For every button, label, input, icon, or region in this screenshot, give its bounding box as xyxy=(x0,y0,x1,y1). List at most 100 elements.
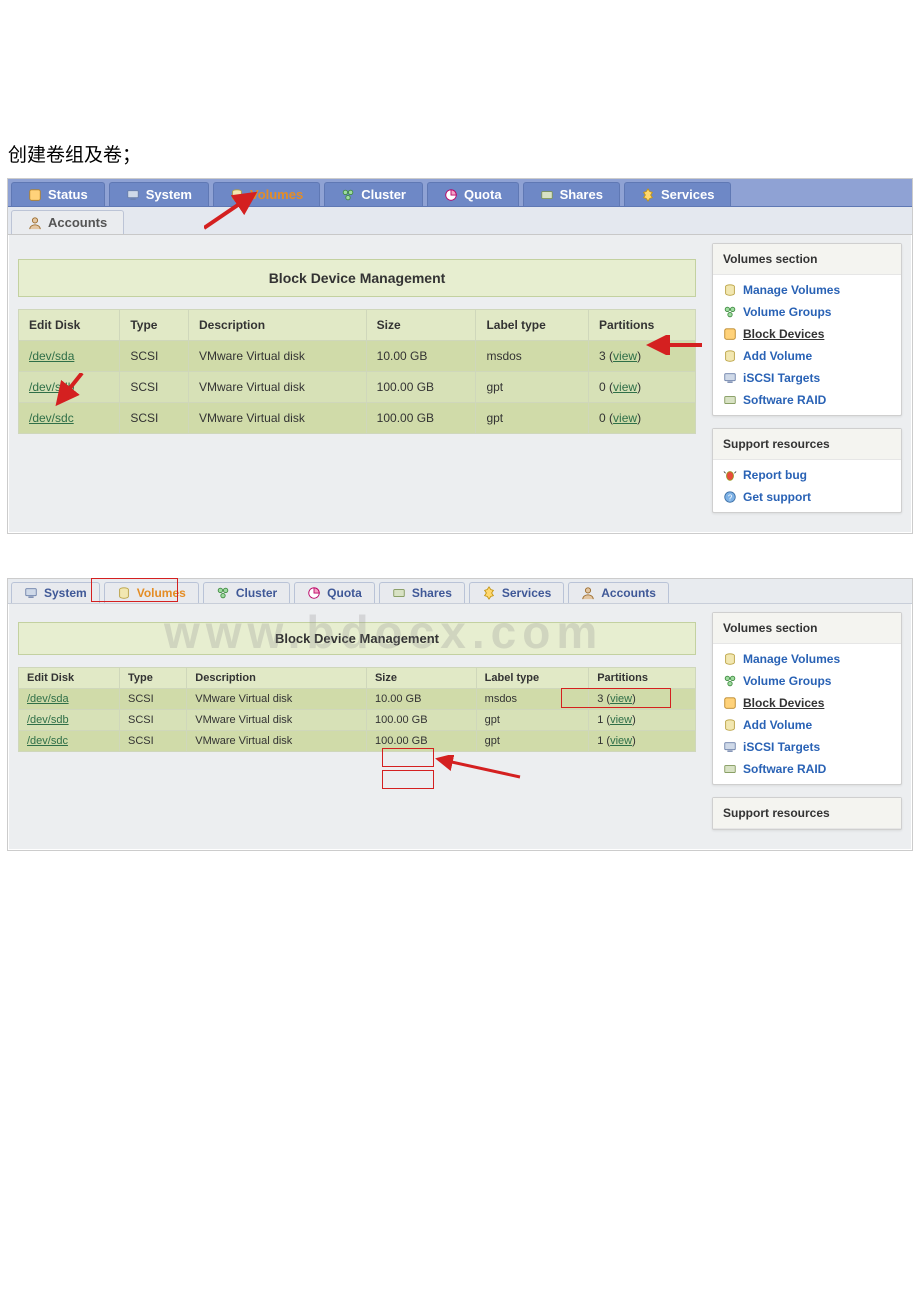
tab-system[interactable]: System xyxy=(109,182,209,206)
tab-system[interactable]: System xyxy=(11,582,100,603)
sidebar-item-label: Software RAID xyxy=(743,762,826,776)
sidebar-item-block-devices[interactable]: Block Devices xyxy=(713,323,901,345)
tab-label: Accounts xyxy=(601,586,656,600)
col-type: Type xyxy=(120,668,187,689)
disk-link[interactable]: /dev/sdc xyxy=(29,411,74,425)
cell-label: gpt xyxy=(476,403,589,434)
cell-type: SCSI xyxy=(120,689,187,710)
tab-label: Shares xyxy=(560,187,603,202)
manage-icon xyxy=(723,283,737,297)
partitions-view-link[interactable]: view xyxy=(610,735,632,747)
sidebar-item-iscsi-targets[interactable]: iSCSI Targets xyxy=(713,367,901,389)
tab-volumes[interactable]: Volumes xyxy=(213,182,320,206)
tab-cluster[interactable]: Cluster xyxy=(324,182,423,206)
tab-label: Shares xyxy=(412,586,452,600)
raid-icon xyxy=(723,393,737,407)
group-icon xyxy=(723,674,737,688)
cell-label: gpt xyxy=(476,731,589,752)
cell-desc: VMware Virtual disk xyxy=(187,710,367,731)
sidebar-item-add-volume[interactable]: Add Volume xyxy=(713,714,901,736)
cell-label: msdos xyxy=(476,341,589,372)
tab-label: System xyxy=(146,187,192,202)
tab-status[interactable]: Status xyxy=(11,182,105,206)
table-row: /dev/sdb SCSI VMware Virtual disk 100.00… xyxy=(19,710,696,731)
system-icon xyxy=(126,188,140,202)
bug-icon xyxy=(723,468,737,482)
cell-size: 100.00 GB xyxy=(366,403,476,434)
sidebar-item-software-raid[interactable]: Software RAID xyxy=(713,389,901,411)
cell-partitions: 1 (view) xyxy=(589,710,696,731)
tab-accounts[interactable]: Accounts xyxy=(11,210,124,234)
support-resources-box: Support resources xyxy=(712,797,902,830)
cell-type: SCSI xyxy=(120,710,187,731)
sidebar-item-iscsi-targets[interactable]: iSCSI Targets xyxy=(713,736,901,758)
partitions-view-link[interactable]: view xyxy=(613,349,637,363)
add-icon xyxy=(723,718,737,732)
block-device-table: Edit Disk Type Description Size Label ty… xyxy=(18,309,696,434)
tab-label: Status xyxy=(48,187,88,202)
tab-quota[interactable]: Quota xyxy=(294,582,375,603)
tab-label: Cluster xyxy=(361,187,406,202)
tab-label: Services xyxy=(502,586,551,600)
tab-accounts[interactable]: Accounts xyxy=(568,582,669,603)
cell-label: msdos xyxy=(476,689,589,710)
disk-link[interactable]: /dev/sdc xyxy=(27,735,68,747)
tab-label: Quota xyxy=(464,187,502,202)
col-partitions: Partitions xyxy=(589,668,696,689)
tab-label: System xyxy=(44,586,87,600)
quota-icon xyxy=(444,188,458,202)
disk-link[interactable]: /dev/sda xyxy=(27,693,69,705)
sidebar-item-block-devices[interactable]: Block Devices xyxy=(713,692,901,714)
table-row: /dev/sdb SCSI VMware Virtual disk 100.00… xyxy=(19,372,696,403)
tab-services[interactable]: Services xyxy=(469,582,564,603)
tab-services[interactable]: Services xyxy=(624,182,732,206)
col-description: Description xyxy=(187,668,367,689)
volumes-icon xyxy=(117,586,131,600)
sidebar-item-software-raid[interactable]: Software RAID xyxy=(713,758,901,780)
tab-cluster[interactable]: Cluster xyxy=(203,582,290,603)
sidebar-item-label: iSCSI Targets xyxy=(743,740,820,754)
cell-partitions: 0 (view) xyxy=(589,372,696,403)
cell-desc: VMware Virtual disk xyxy=(189,403,367,434)
col-label-type: Label type xyxy=(476,310,589,341)
cell-desc: VMware Virtual disk xyxy=(189,341,367,372)
sidebar-item-label: Get support xyxy=(743,490,811,504)
section-title: Support resources xyxy=(713,429,901,460)
sidebar-item-manage-volumes[interactable]: Manage Volumes xyxy=(713,279,901,301)
tab-label: Volumes xyxy=(137,586,186,600)
disk-link[interactable]: /dev/sdb xyxy=(29,380,74,394)
iscsi-icon xyxy=(723,371,737,385)
sidebar-item-manage-volumes[interactable]: Manage Volumes xyxy=(713,648,901,670)
sidebar-item-label: Add Volume xyxy=(743,349,812,363)
cell-size: 100.00 GB xyxy=(366,731,476,752)
tab-quota[interactable]: Quota xyxy=(427,182,519,206)
page-caption: 创建卷组及卷； xyxy=(8,140,920,167)
cell-desc: VMware Virtual disk xyxy=(189,372,367,403)
partitions-view-link[interactable]: view xyxy=(613,411,637,425)
sidebar-item-add-volume[interactable]: Add Volume xyxy=(713,345,901,367)
disk-link[interactable]: /dev/sda xyxy=(29,349,74,363)
sidebar-item-report-bug[interactable]: Report bug xyxy=(713,464,901,486)
cell-partitions: 3 (view) xyxy=(589,689,696,710)
add-icon xyxy=(723,349,737,363)
cell-label: gpt xyxy=(476,372,589,403)
tab-volumes[interactable]: Volumes xyxy=(104,582,199,603)
tab-label: Quota xyxy=(327,586,362,600)
sidebar-item-label: Manage Volumes xyxy=(743,652,840,666)
partitions-view-link[interactable]: view xyxy=(610,714,632,726)
sidebar-item-label: Manage Volumes xyxy=(743,283,840,297)
partitions-view-link[interactable]: view xyxy=(610,693,632,705)
partitions-view-link[interactable]: view xyxy=(613,380,637,394)
sidebar-item-volume-groups[interactable]: Volume Groups xyxy=(713,301,901,323)
sidebar-item-label: Add Volume xyxy=(743,718,812,732)
cell-size: 10.00 GB xyxy=(366,341,476,372)
screenshot-1: Status System Volumes Cluster Quota Shar… xyxy=(4,175,916,537)
tab-shares[interactable]: Shares xyxy=(379,582,465,603)
quota-icon xyxy=(307,586,321,600)
tab-shares[interactable]: Shares xyxy=(523,182,620,206)
sidebar-item-get-support[interactable]: Get support xyxy=(713,486,901,508)
sidebar-item-label: Block Devices xyxy=(743,696,824,710)
sidebar-item-label: Software RAID xyxy=(743,393,826,407)
sidebar-item-volume-groups[interactable]: Volume Groups xyxy=(713,670,901,692)
disk-link[interactable]: /dev/sdb xyxy=(27,714,69,726)
